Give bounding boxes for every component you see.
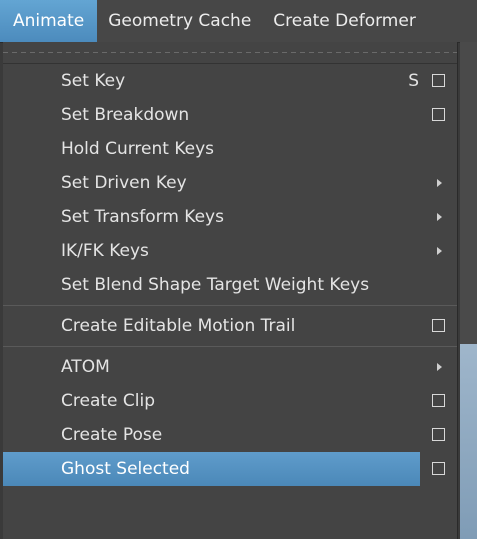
- submenu-arrow-icon: [437, 363, 442, 371]
- menu-item-set-transform-keys[interactable]: Set Transform Keys: [3, 200, 457, 234]
- menu-item-label: IK/FK Keys: [61, 241, 149, 261]
- option-box-icon[interactable]: [432, 462, 445, 475]
- menu-create-deformer[interactable]: Create Deformer: [262, 0, 427, 42]
- submenu-arrow-icon: [437, 213, 442, 221]
- option-box-icon[interactable]: [432, 108, 445, 121]
- menu-animate[interactable]: Animate: [0, 0, 98, 42]
- menu-item-label: Hold Current Keys: [61, 139, 215, 159]
- menu-item-label: Set Driven Key: [61, 173, 187, 193]
- menu-item-label: Set Transform Keys: [61, 207, 224, 227]
- menu-item-set-key[interactable]: Set Key S: [3, 64, 457, 98]
- shortcut-label: S: [408, 71, 419, 91]
- menu-divider: [3, 346, 457, 347]
- menu-item-create-pose[interactable]: Create Pose: [3, 418, 457, 452]
- menu-item-set-driven-key[interactable]: Set Driven Key: [3, 166, 457, 200]
- menu-item-label: Set Key: [61, 71, 126, 91]
- menu-item-atom[interactable]: ATOM: [3, 350, 457, 384]
- menu-geometry-cache[interactable]: Geometry Cache: [97, 0, 262, 42]
- menu-item-create-editable-motion-trail[interactable]: Create Editable Motion Trail: [3, 309, 457, 343]
- menu-item-create-clip[interactable]: Create Clip: [3, 384, 457, 418]
- menu-item-set-blend-shape-target-weight-keys[interactable]: Set Blend Shape Target Weight Keys: [3, 268, 457, 302]
- option-box-icon[interactable]: [432, 319, 445, 332]
- menu-item-hold-current-keys[interactable]: Hold Current Keys: [3, 132, 457, 166]
- menu-bar: Animate Geometry Cache Create Deformer: [0, 0, 477, 43]
- menu-item-label: ATOM: [61, 357, 110, 377]
- submenu-arrow-icon: [437, 179, 442, 187]
- menu-item-ik-fk-keys[interactable]: IK/FK Keys: [3, 234, 457, 268]
- option-box-icon[interactable]: [432, 394, 445, 407]
- menu-item-label: Ghost Selected: [61, 459, 190, 479]
- submenu-arrow-icon: [437, 247, 442, 255]
- background-viewport: [460, 344, 477, 539]
- menu-item-label: Set Blend Shape Target Weight Keys: [61, 275, 370, 295]
- menu-divider: [3, 305, 457, 306]
- animate-dropdown-menu: Set Key S Set Breakdown Hold Current Key…: [3, 42, 458, 539]
- menu-item-label: Create Pose: [61, 425, 163, 445]
- option-box-icon[interactable]: [432, 428, 445, 441]
- option-box-icon[interactable]: [432, 74, 445, 87]
- menu-item-label: Create Editable Motion Trail: [61, 316, 296, 336]
- tear-off-handle[interactable]: [3, 42, 457, 64]
- menu-item-label: Set Breakdown: [61, 105, 190, 125]
- menu-item-ghost-selected[interactable]: Ghost Selected: [3, 452, 445, 486]
- menu-item-label: Create Clip: [61, 391, 155, 411]
- menu-item-set-breakdown[interactable]: Set Breakdown: [3, 98, 457, 132]
